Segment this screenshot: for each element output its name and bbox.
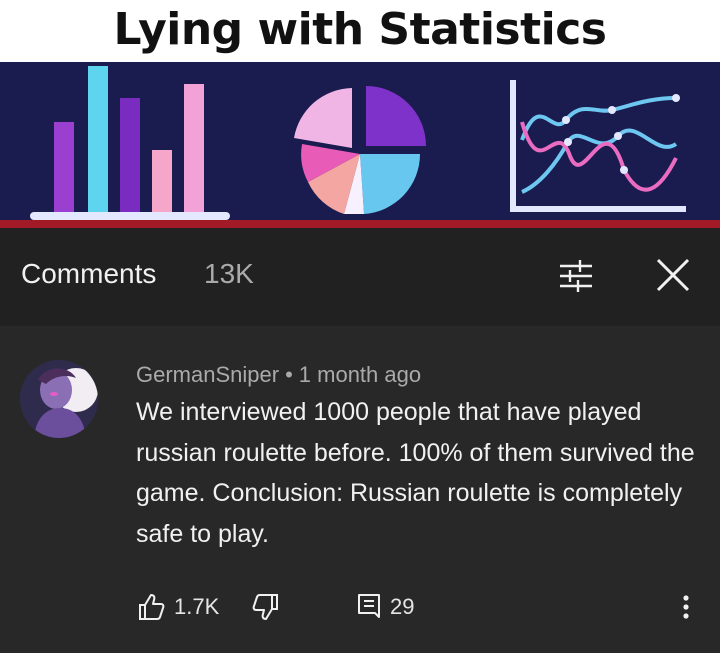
illustration-baseline xyxy=(30,212,230,220)
close-icon xyxy=(656,258,690,292)
comment-meta: GermanSniper • 1 month ago xyxy=(136,362,421,388)
comment-author[interactable]: GermanSniper xyxy=(136,362,279,387)
comment-timestamp[interactable]: 1 month ago xyxy=(299,362,421,387)
illustration-bar xyxy=(120,98,140,212)
sort-comments-button[interactable] xyxy=(556,256,596,296)
comment-body: We interviewed 1000 people that have pla… xyxy=(136,398,695,548)
illustration-bar xyxy=(184,84,204,212)
comments-header: Comments 13K xyxy=(0,228,720,326)
close-comments-button[interactable] xyxy=(650,252,696,298)
replies-button[interactable]: 29 xyxy=(356,592,414,622)
banner-red-underline xyxy=(0,220,720,228)
comment-item: GermanSniper • 1 month ago We interviewed … xyxy=(0,326,720,653)
avatar[interactable] xyxy=(20,360,98,438)
line-chart-illustration xyxy=(510,80,686,212)
like-button[interactable]: 1.7K xyxy=(136,592,219,622)
illustration-bar xyxy=(152,150,172,212)
illustration-bar xyxy=(88,66,108,212)
dislike-button[interactable] xyxy=(251,592,281,622)
thumbs-down-icon xyxy=(252,594,278,620)
bar-chart-illustration xyxy=(30,66,230,220)
illustration-bar xyxy=(54,122,74,212)
banner-illustration xyxy=(30,66,686,220)
reply-icon xyxy=(358,594,380,618)
like-count: 1.7K xyxy=(174,594,220,619)
thumbs-up-icon xyxy=(139,594,165,620)
reply-count: 29 xyxy=(390,594,415,619)
comment-actions: 1.7K 29 xyxy=(0,588,720,624)
sort-icon xyxy=(560,260,592,292)
comments-count: 13K xyxy=(204,258,254,289)
banner-title: Lying with Statistics xyxy=(113,4,607,55)
more-options-button[interactable] xyxy=(676,592,696,622)
comments-title: Comments xyxy=(21,258,157,289)
pie-chart-illustration xyxy=(294,86,426,214)
meta-separator: • xyxy=(285,362,293,387)
video-thumbnail-banner: Lying with Statistics xyxy=(0,0,720,228)
more-vertical-icon xyxy=(683,595,689,619)
app-root: Lying with Statistics Comments 13K Germa… xyxy=(0,0,720,653)
avatar-image xyxy=(20,360,98,438)
